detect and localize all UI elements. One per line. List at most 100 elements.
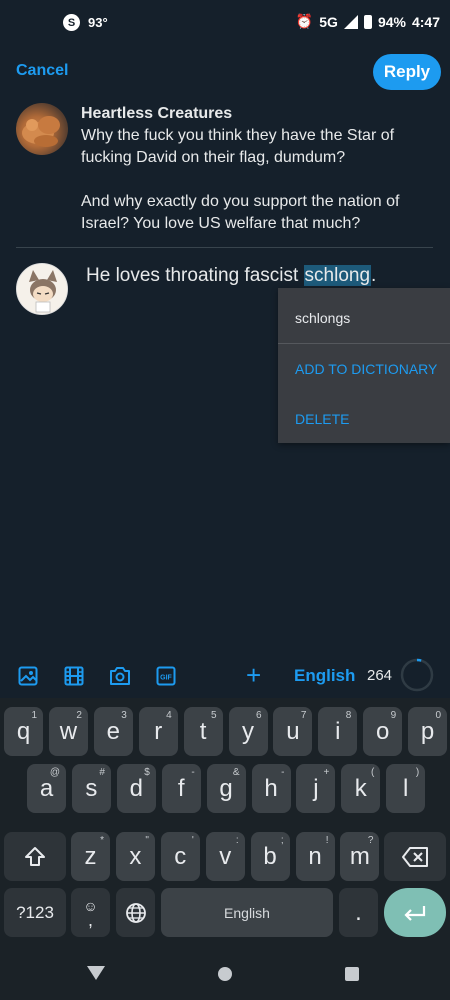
- key-u[interactable]: u7: [273, 707, 313, 756]
- key-letter: q: [16, 717, 31, 745]
- key-f[interactable]: f-: [161, 764, 201, 813]
- key-letter: w: [59, 717, 78, 745]
- back-icon[interactable]: [87, 966, 105, 980]
- tweet-paragraph: And why exactly do you support the natio…: [81, 193, 400, 232]
- key-letter: x: [129, 842, 142, 870]
- key-hint: &: [232, 767, 240, 778]
- key-h[interactable]: h-: [251, 764, 291, 813]
- key-hint: ?: [367, 835, 374, 846]
- key-hint: #: [99, 767, 105, 778]
- backspace-icon: [402, 846, 428, 867]
- key-t[interactable]: t5: [183, 707, 223, 756]
- spell-suggestion[interactable]: schlongs: [295, 310, 350, 326]
- battery-level: 94%: [377, 13, 406, 30]
- key-hint: 3: [121, 710, 127, 721]
- key-letter: g: [219, 774, 233, 802]
- comma-label: ,: [87, 909, 93, 930]
- key-letter: f: [177, 774, 185, 802]
- emoji-key[interactable]: ☺ ,: [71, 888, 110, 937]
- compose-text[interactable]: He loves throating fascist schlong.: [86, 265, 376, 287]
- tweet-paragraph: Why the fuck you think they have the Sta…: [81, 127, 395, 166]
- key-e[interactable]: e3: [93, 707, 133, 756]
- symbols-key[interactable]: ?123: [4, 888, 66, 937]
- recents-icon[interactable]: [345, 967, 359, 981]
- language-selector[interactable]: English: [294, 666, 355, 686]
- key-hint: ;: [280, 835, 284, 846]
- key-q[interactable]: q1: [4, 707, 43, 756]
- backspace-key[interactable]: [384, 832, 446, 881]
- add-thread-icon[interactable]: +: [246, 660, 261, 690]
- key-hint: -: [281, 767, 285, 778]
- key-g[interactable]: g &: [206, 764, 246, 813]
- cancel-button[interactable]: Cancel: [16, 62, 68, 80]
- key-letter: d: [129, 774, 143, 802]
- key-letter: j: [313, 774, 319, 802]
- space-key[interactable]: English: [161, 888, 333, 937]
- key-b[interactable]: b;: [250, 832, 290, 881]
- globe-key[interactable]: [116, 888, 155, 937]
- battery-icon: [363, 14, 372, 29]
- camera-icon[interactable]: [109, 666, 131, 686]
- enter-key[interactable]: [384, 888, 446, 937]
- tweet-text: Why the fuck you think they have the Sta…: [81, 125, 431, 235]
- menu-divider: [278, 343, 450, 344]
- key-letter: s: [85, 774, 98, 802]
- key-v[interactable]: v:: [205, 832, 245, 881]
- shift-key[interactable]: [4, 832, 66, 881]
- key-letter: h: [264, 774, 278, 802]
- key-letter: c: [174, 842, 187, 870]
- key-p[interactable]: p0: [408, 707, 448, 756]
- key-letter: a: [39, 774, 54, 802]
- key-d[interactable]: d $: [116, 764, 156, 813]
- key-hint: -: [191, 767, 195, 778]
- key-hint: $: [144, 767, 150, 778]
- key-letter: m: [349, 842, 370, 870]
- key-c[interactable]: c ': [160, 832, 200, 881]
- keyboard: q1w2e3r4t5y6u7i8o9p0 a @ s # d $ f - g & h - j + k(l) …: [0, 698, 450, 944]
- home-icon[interactable]: [218, 967, 232, 981]
- key-hint: 1: [31, 710, 37, 721]
- clock: 4:47: [411, 13, 440, 30]
- video-icon[interactable]: [64, 666, 84, 686]
- compose-toolbar: GIF + English 264: [0, 656, 450, 696]
- key-a[interactable]: a @: [27, 764, 66, 813]
- key-letter: u: [286, 717, 300, 745]
- key-m[interactable]: m?: [340, 832, 380, 881]
- key-w[interactable]: w2: [48, 707, 88, 756]
- avatar[interactable]: [16, 103, 68, 155]
- delete-button[interactable]: DELETE: [295, 411, 349, 427]
- key-hint: ': [191, 835, 194, 846]
- key-n[interactable]: n!: [295, 832, 335, 881]
- key-hint: (: [370, 767, 375, 778]
- key-hint: 0: [435, 710, 442, 721]
- key-k[interactable]: k(: [341, 764, 381, 813]
- key-hint: 6: [255, 710, 262, 721]
- key-y[interactable]: y6: [228, 707, 268, 756]
- key-i[interactable]: i8: [318, 707, 358, 756]
- key-s[interactable]: s #: [71, 764, 111, 813]
- key-o[interactable]: o9: [363, 707, 403, 756]
- key-z[interactable]: z *: [71, 832, 110, 881]
- alarm-icon: ⏰: [295, 13, 314, 29]
- char-count: 264: [367, 667, 393, 684]
- selected-word[interactable]: schlong: [303, 265, 372, 286]
- image-icon[interactable]: [18, 666, 38, 686]
- divider: [16, 247, 433, 248]
- add-to-dictionary-button[interactable]: ADD TO DICTIONARY: [295, 361, 437, 377]
- key-r[interactable]: r4: [138, 707, 178, 756]
- key-letter: z: [84, 842, 97, 870]
- author-name[interactable]: Heartless Creatures: [81, 103, 431, 125]
- key-l[interactable]: l): [386, 764, 426, 813]
- key-j[interactable]: j +: [296, 764, 336, 813]
- globe-icon: [125, 902, 146, 923]
- reply-button[interactable]: Reply: [373, 54, 441, 90]
- period-key[interactable]: .: [339, 888, 378, 937]
- key-letter: o: [376, 717, 390, 745]
- gif-icon[interactable]: GIF: [156, 666, 176, 686]
- anime-avatar-image: [17, 264, 67, 314]
- key-x[interactable]: x ": [115, 832, 155, 881]
- avatar: [16, 263, 68, 315]
- key-letter: b: [263, 842, 277, 870]
- compose-text-after: .: [371, 265, 377, 286]
- key-hint: ": [145, 835, 149, 846]
